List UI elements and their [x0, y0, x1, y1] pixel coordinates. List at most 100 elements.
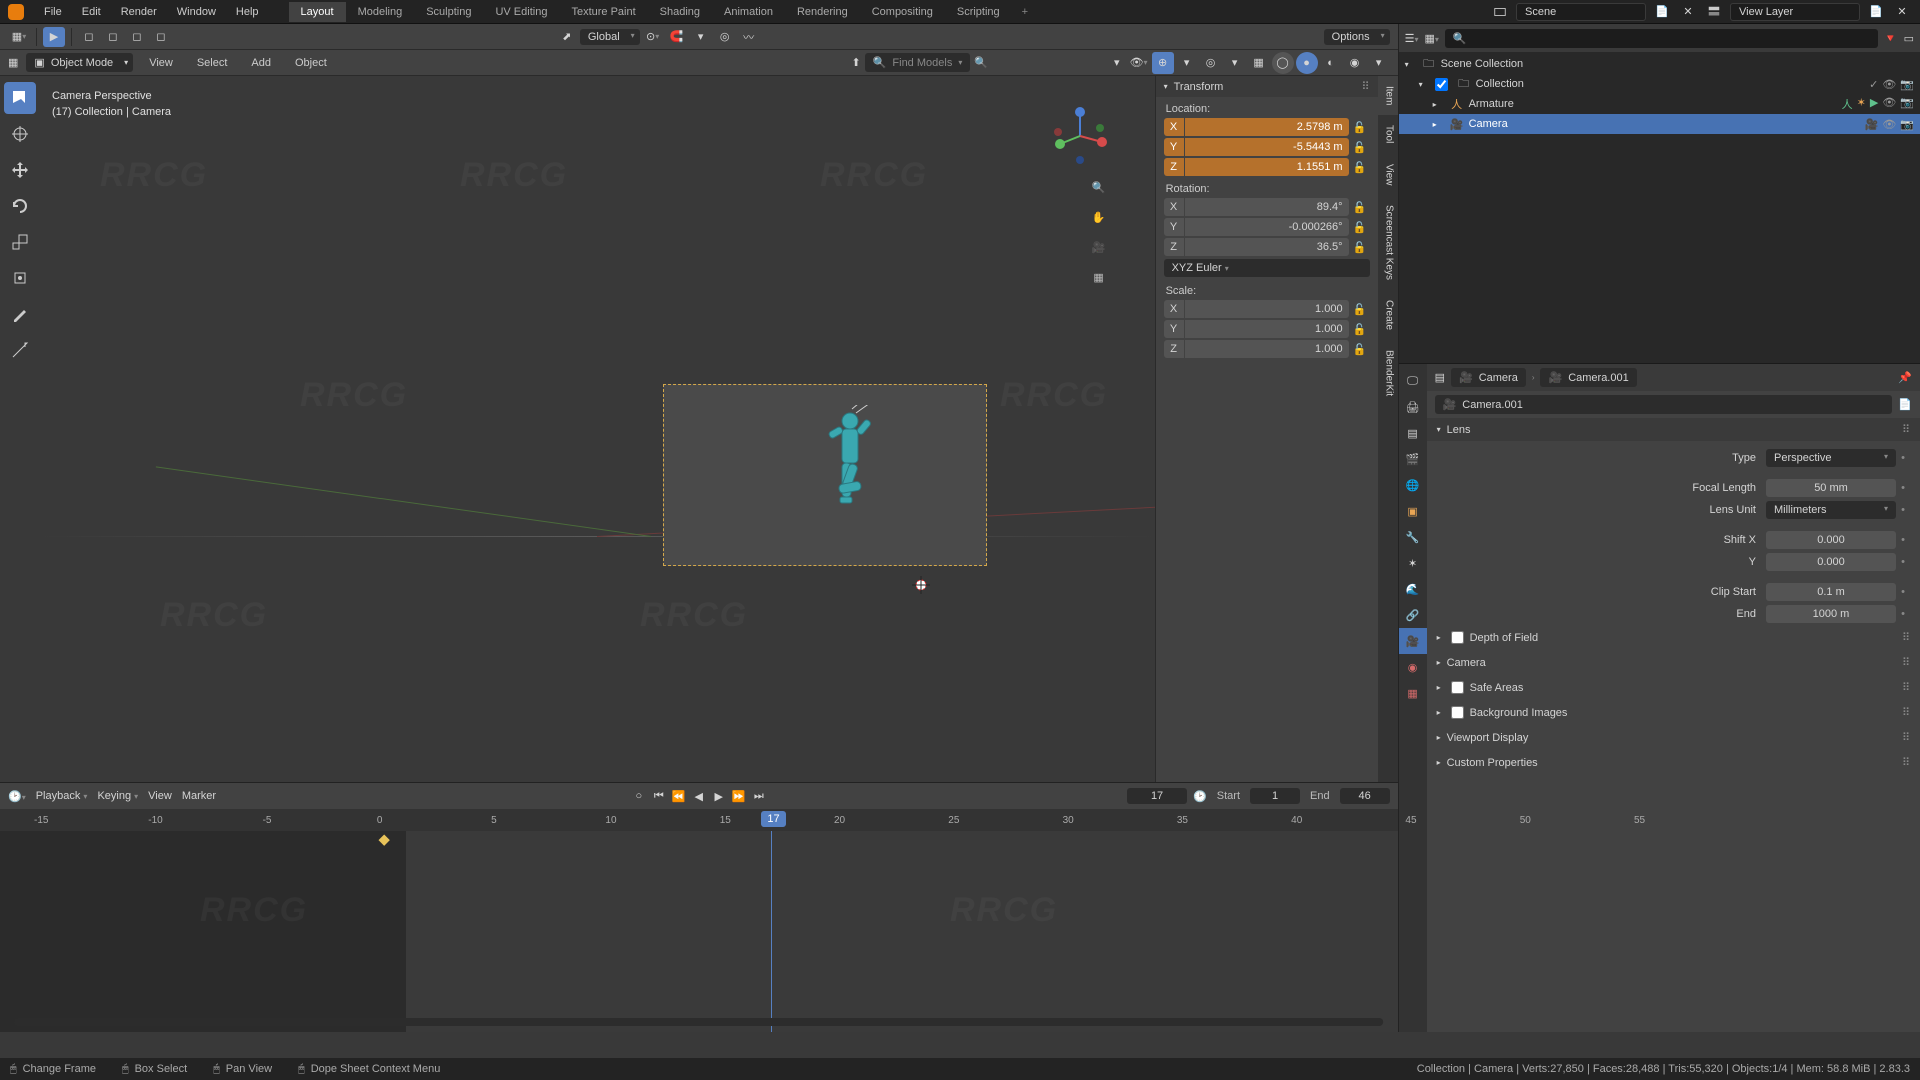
outliner-collection[interactable]: ▾ 🗀 Collection ✓ 👁 📷: [1399, 74, 1920, 94]
eye-icon[interactable]: 👁: [1882, 118, 1896, 131]
anim-dot[interactable]: •: [1896, 534, 1910, 546]
editor-type-icon[interactable]: ▦▾: [8, 27, 30, 47]
camera-datablock-field[interactable]: 🎥Camera.001: [1435, 395, 1893, 414]
anim-dot[interactable]: •: [1896, 504, 1910, 516]
lock-icon[interactable]: 🔓: [1350, 221, 1370, 234]
crumb-data[interactable]: 🎥Camera.001: [1540, 368, 1636, 387]
viewlayer-delete-icon[interactable]: ✕: [1892, 2, 1912, 22]
location-z-field[interactable]: 1.1551 m: [1185, 158, 1349, 176]
workspace-layout[interactable]: Layout: [289, 2, 346, 22]
tab-item[interactable]: Item: [1378, 76, 1398, 115]
workspace-add[interactable]: +: [1012, 2, 1038, 22]
jump-end-icon[interactable]: ⏭: [750, 787, 768, 805]
lock-icon[interactable]: 🔓: [1350, 241, 1370, 254]
matprev-shade-icon[interactable]: ◐: [1320, 52, 1342, 74]
tab-screencast[interactable]: Screencast Keys: [1378, 195, 1398, 290]
location-y-field[interactable]: -5.5443 m: [1185, 138, 1349, 156]
workspace-compositing[interactable]: Compositing: [860, 2, 945, 22]
autokey-icon[interactable]: ○: [630, 787, 648, 805]
scrollbar[interactable]: [14, 1018, 1384, 1026]
scene-browse-icon[interactable]: [1490, 2, 1510, 22]
grid-icon[interactable]: ⠿: [1902, 631, 1910, 644]
tab-particles[interactable]: ✶: [1399, 550, 1427, 576]
pose-icon[interactable]: ✶: [1857, 96, 1866, 112]
axis-gizmo[interactable]: [1050, 106, 1110, 166]
outliner-camera[interactable]: ▸ 🎥 Camera 🎥 👁 📷: [1399, 114, 1920, 134]
scale-z-field[interactable]: 1.000: [1185, 340, 1349, 358]
outliner-search[interactable]: 🔍: [1445, 29, 1878, 48]
tab-world[interactable]: 🌐: [1399, 472, 1427, 498]
measure-tool[interactable]: [4, 334, 36, 366]
extra-search-icon[interactable]: 🔍: [974, 56, 988, 69]
mode-dropdown[interactable]: ▣ Object Mode: [26, 53, 133, 72]
clock-icon[interactable]: 🕑: [1193, 790, 1207, 803]
dof-checkbox[interactable]: [1451, 631, 1464, 644]
tab-material[interactable]: ◉: [1399, 654, 1427, 680]
lens-panel-header[interactable]: Lens⠿: [1427, 418, 1920, 441]
anim-dot[interactable]: •: [1896, 482, 1910, 494]
pivot-icon[interactable]: ⊙▾: [642, 27, 664, 47]
scene-delete-icon[interactable]: ✕: [1678, 2, 1698, 22]
timeline-ruler[interactable]: 17 -15-10-50510152025303540455055: [0, 809, 1398, 831]
menu-edit[interactable]: Edit: [72, 3, 111, 21]
gizmo-opts-icon[interactable]: ▾: [1176, 52, 1198, 74]
snap-options-icon[interactable]: ▾: [690, 27, 712, 47]
grid-icon[interactable]: ⠿: [1902, 706, 1910, 719]
new-datablock-icon[interactable]: 📄: [1898, 398, 1912, 411]
scene-name-field[interactable]: Scene: [1516, 3, 1646, 21]
tab-camera-data[interactable]: 🎥: [1399, 628, 1427, 654]
tab-modifiers[interactable]: 🔧: [1399, 524, 1427, 550]
anim-icon[interactable]: ▶: [1870, 96, 1878, 112]
tab-view[interactable]: View: [1378, 154, 1398, 196]
bgimages-panel[interactable]: Background Images⠿: [1427, 700, 1920, 725]
current-frame-field[interactable]: 17: [1127, 788, 1187, 804]
camera-frame[interactable]: [663, 384, 987, 566]
scale-y-field[interactable]: 1.000: [1185, 320, 1349, 338]
tab-scene[interactable]: 🎬: [1399, 446, 1427, 472]
xray-icon[interactable]: ▦: [1248, 52, 1270, 74]
clipstart-field[interactable]: 0.1 m: [1766, 583, 1896, 601]
customprops-panel[interactable]: Custom Properties⠿: [1427, 750, 1920, 775]
select-invert-icon[interactable]: ◻: [126, 27, 148, 47]
object-menu[interactable]: Object: [287, 54, 335, 72]
lock-icon[interactable]: 🔓: [1350, 343, 1370, 356]
scale-tool[interactable]: [4, 226, 36, 258]
overlays-opts-icon[interactable]: ▾: [1224, 52, 1246, 74]
new-collection-icon[interactable]: ▭: [1904, 32, 1914, 45]
timeline-body[interactable]: RRCG RRCG: [0, 831, 1398, 1032]
workspace-modeling[interactable]: Modeling: [346, 2, 415, 22]
select-intersect-icon[interactable]: ◻: [150, 27, 172, 47]
grid-icon[interactable]: ⠿: [1902, 423, 1910, 436]
workspace-sculpting[interactable]: Sculpting: [414, 2, 483, 22]
lock-icon[interactable]: 🔓: [1350, 121, 1370, 134]
shifty-field[interactable]: 0.000: [1766, 553, 1896, 571]
perspective-toggle-icon[interactable]: ▦: [1088, 266, 1110, 288]
type-dropdown[interactable]: Perspective ▾: [1766, 449, 1896, 467]
grid-icon[interactable]: ⠿: [1902, 656, 1910, 669]
camera-panel[interactable]: Camera⠿: [1427, 650, 1920, 675]
rotation-x-field[interactable]: 89.4°: [1185, 198, 1349, 216]
exclude-icon[interactable]: ✓: [1869, 78, 1878, 91]
next-key-icon[interactable]: ⏩: [730, 787, 748, 805]
lock-icon[interactable]: 🔓: [1350, 201, 1370, 214]
viewlayer-browse-icon[interactable]: [1704, 2, 1724, 22]
cursor-tool-icon[interactable]: ▶: [43, 27, 65, 47]
scale-x-field[interactable]: 1.000: [1185, 300, 1349, 318]
visibility-eye-icon[interactable]: 👁▾: [1128, 52, 1150, 74]
tab-constraints[interactable]: 🔗: [1399, 602, 1427, 628]
display-mode-icon[interactable]: ▦▾: [1424, 32, 1438, 45]
editor-type-3dview-icon[interactable]: ▦: [8, 56, 18, 69]
select-sub-icon[interactable]: ◻: [102, 27, 124, 47]
select-menu[interactable]: Select: [189, 54, 236, 72]
menu-render[interactable]: Render: [111, 3, 167, 21]
render-icon[interactable]: 📷: [1900, 78, 1914, 91]
grid-icon[interactable]: ⠿: [1902, 756, 1910, 769]
select-box-tool[interactable]: [4, 82, 36, 114]
tab-texture[interactable]: ▦: [1399, 680, 1427, 706]
shiftx-field[interactable]: 0.000: [1766, 531, 1896, 549]
workspace-rendering[interactable]: Rendering: [785, 2, 860, 22]
render-icon[interactable]: 📷: [1900, 96, 1914, 112]
location-x-field[interactable]: 2.5798 m: [1185, 118, 1349, 136]
proportional-opts-icon[interactable]: 〰: [738, 27, 760, 47]
viewlayer-new-icon[interactable]: 📄: [1866, 2, 1886, 22]
